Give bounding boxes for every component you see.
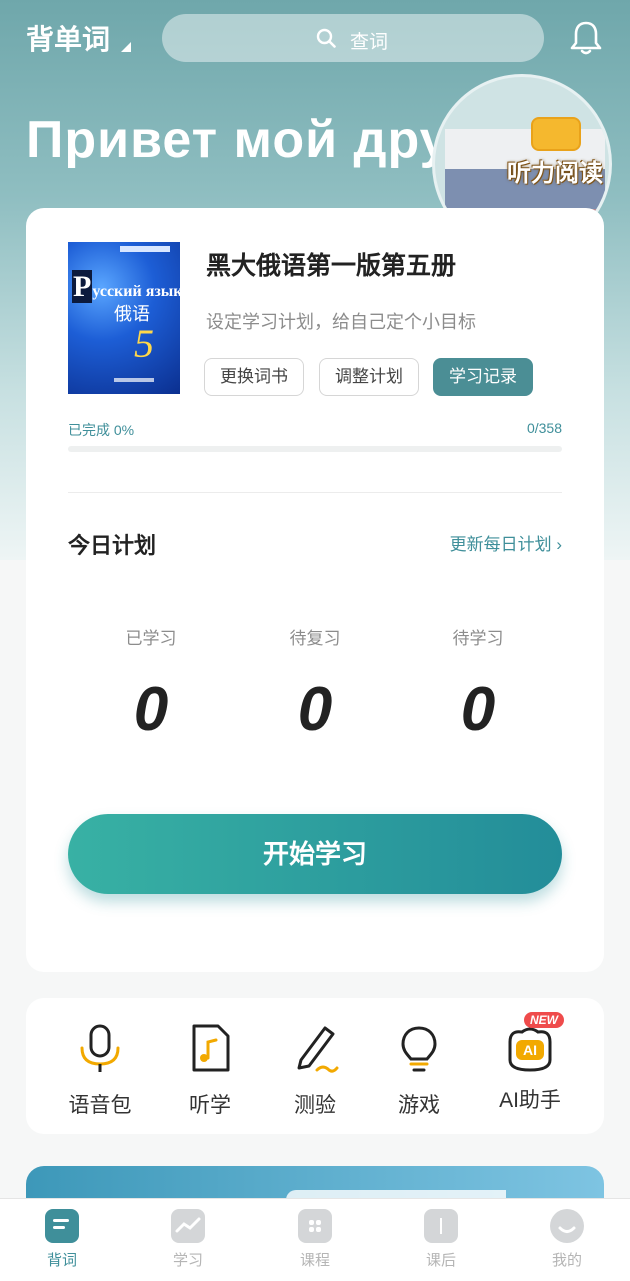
cover-publisher-mark (114, 378, 154, 382)
tool-ai-assistant[interactable]: AI NEW AI助手 (480, 1012, 580, 1114)
tool-voice-pack[interactable]: 语音包 (50, 1020, 150, 1119)
cover-title: Pусский язык (72, 270, 180, 303)
microphone-icon (80, 1024, 120, 1072)
tab-courses[interactable]: 课程 (275, 1209, 355, 1270)
book-icon (45, 1209, 79, 1243)
bottom-tab-bar: 背词 学习 课程 课后 我的 (0, 1198, 630, 1281)
caret-down-icon[interactable] (121, 42, 131, 52)
change-book-button[interactable]: 更换词书 (204, 358, 304, 396)
divider (68, 492, 562, 493)
search-icon (316, 28, 336, 48)
tab-study[interactable]: 学习 (148, 1209, 228, 1270)
tool-quiz[interactable]: 测验 (265, 1020, 365, 1119)
start-learning-button[interactable]: 开始学习 (68, 814, 562, 894)
progress-bar (68, 446, 562, 452)
book-cover[interactable]: Pусский язык 俄语 5 (68, 242, 180, 394)
tab-label: 背词 (46, 1252, 77, 1269)
study-record-button[interactable]: 学习记录 (433, 358, 533, 396)
tool-label: 听学 (189, 1094, 231, 1117)
cover-strip (120, 246, 170, 252)
open-book-icon (424, 1209, 458, 1243)
tab-after-class[interactable]: 课后 (401, 1209, 481, 1270)
tab-label: 课后 (425, 1252, 456, 1269)
promo-label: 听力阅读 (507, 160, 603, 187)
tool-label: 测验 (294, 1094, 336, 1117)
search-placeholder: 查词 (350, 32, 389, 53)
bell-icon[interactable] (566, 18, 606, 58)
mode-switcher[interactable]: 背单词 (26, 18, 110, 58)
stat-review-value: 0 (297, 675, 333, 744)
svg-text:AI: AI (523, 1042, 537, 1058)
grid-icon (298, 1209, 332, 1243)
stat-review-label: 待复习 (289, 629, 341, 648)
top-bar: 背单词 查词 (0, 0, 630, 76)
tool-game[interactable]: 游戏 (369, 1020, 469, 1119)
tab-label: 学习 (172, 1252, 203, 1269)
tool-label: 语音包 (68, 1094, 132, 1117)
today-plan-title: 今日计划 (68, 533, 157, 558)
greeting-text: Привет мой друг (26, 111, 473, 169)
lightbulb-icon (401, 1026, 437, 1072)
stat-pending-label: 待学习 (452, 629, 504, 648)
stat-pending-value: 0 (460, 675, 496, 744)
tab-label: 课程 (299, 1252, 330, 1269)
music-file-icon (192, 1024, 230, 1072)
new-badge: NEW (524, 1012, 564, 1028)
adjust-plan-button[interactable]: 调整计划 (319, 358, 419, 396)
tool-listen-learn[interactable]: 听学 (160, 1020, 260, 1119)
cover-volume-number: 5 (134, 321, 154, 366)
chevron-right-icon: › (556, 535, 562, 554)
tab-words[interactable]: 背词 (22, 1209, 102, 1270)
ai-assistant-icon: AI NEW (502, 1012, 564, 1076)
stat-learned-label: 已学习 (125, 629, 177, 648)
book-title: 黑大俄语第一版第五册 (206, 252, 457, 280)
progress-count: 0/358 (526, 420, 562, 436)
tab-me[interactable]: 我的 (527, 1209, 607, 1270)
progress-label: 已完成 0% (68, 422, 135, 438)
wordbook-card: Pусский язык 俄语 5 黑大俄语第一版第五册 设定学习计划，给自己定… (26, 208, 604, 972)
tool-label: 游戏 (398, 1094, 440, 1117)
tools-panel: 语音包 听学 测验 游戏 AI NEW AI助手 (26, 998, 604, 1134)
search-bar[interactable]: 查词 (162, 14, 544, 62)
book-subtitle: 设定学习计划，给自己定个小目标 (206, 312, 476, 332)
update-daily-plan-link[interactable]: 更新每日计划 › (450, 530, 562, 555)
chart-icon (171, 1209, 205, 1243)
stat-learned-value: 0 (133, 675, 169, 744)
pen-icon (297, 1026, 339, 1073)
face-icon (550, 1209, 584, 1243)
tab-label: 我的 (551, 1252, 582, 1269)
tool-label: AI助手 (499, 1089, 561, 1112)
treasure-icon (531, 117, 581, 151)
